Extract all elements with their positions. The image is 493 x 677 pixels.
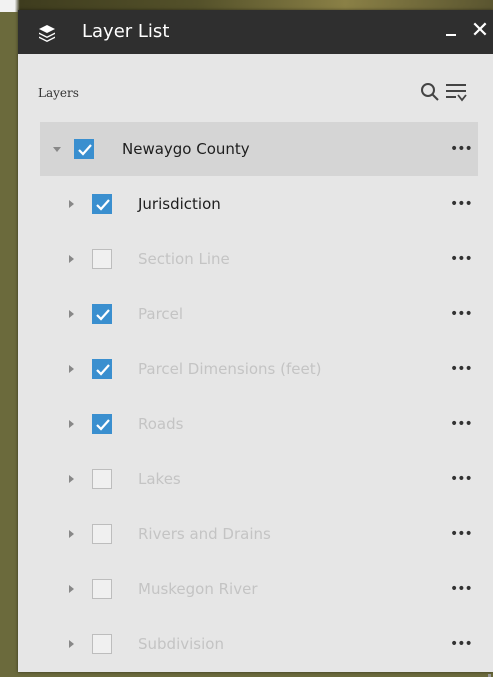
layer-checkbox[interactable] xyxy=(92,414,112,434)
more-options-icon[interactable]: ••• xyxy=(450,195,473,213)
expand-caret-icon[interactable] xyxy=(66,639,76,649)
collapse-caret-icon[interactable] xyxy=(52,144,62,154)
more-options-icon[interactable]: ••• xyxy=(450,415,473,433)
minimize-icon xyxy=(446,34,456,36)
layer-row[interactable]: Lakes ••• xyxy=(40,452,478,506)
minimize-button[interactable] xyxy=(444,20,460,44)
layer-label: Muskegon River xyxy=(138,580,258,598)
layer-row[interactable]: Rivers and Drains ••• xyxy=(40,507,478,561)
layer-checkbox[interactable] xyxy=(74,139,94,159)
layer-group-row[interactable]: Newaygo County ••• xyxy=(40,122,478,176)
layer-label: Lakes xyxy=(138,470,181,488)
layer-label: Subdivision xyxy=(138,635,224,653)
layer-checkbox[interactable] xyxy=(92,194,112,214)
layer-label: Rivers and Drains xyxy=(138,525,271,543)
more-options-icon[interactable]: ••• xyxy=(450,470,473,488)
layer-row[interactable]: Muskegon River ••• xyxy=(40,562,478,616)
layer-checkbox[interactable] xyxy=(92,469,112,489)
layer-checkbox[interactable] xyxy=(92,249,112,269)
more-options-icon[interactable]: ••• xyxy=(450,250,473,268)
expand-caret-icon[interactable] xyxy=(66,474,76,484)
expand-caret-icon[interactable] xyxy=(66,199,76,209)
expand-caret-icon[interactable] xyxy=(66,309,76,319)
layer-checkbox[interactable] xyxy=(92,579,112,599)
layers-icon xyxy=(39,25,55,42)
layer-checkbox[interactable] xyxy=(92,524,112,544)
layer-row[interactable]: Subdivision ••• xyxy=(40,617,478,671)
layer-row[interactable]: Jurisdiction ••• xyxy=(40,177,478,231)
more-options-icon[interactable]: ••• xyxy=(450,635,473,653)
layer-checkbox[interactable] xyxy=(92,304,112,324)
layer-row[interactable]: Roads ••• xyxy=(40,397,478,451)
expand-caret-icon[interactable] xyxy=(66,584,76,594)
layers-label: Layers xyxy=(38,86,79,100)
layer-label: Newaygo County xyxy=(122,140,250,158)
more-options-icon[interactable]: ••• xyxy=(450,305,473,323)
layer-label: Parcel Dimensions (feet) xyxy=(138,360,322,378)
layer-row[interactable]: Parcel ••• xyxy=(40,287,478,341)
layer-label: Section Line xyxy=(138,250,230,268)
filter-icon[interactable] xyxy=(444,82,468,104)
more-options-icon[interactable]: ••• xyxy=(450,140,473,158)
layer-list-panel: Layer List ✕ Layers Newaygo County ••• Jur… xyxy=(18,10,493,677)
panel-header: Layer List ✕ xyxy=(18,10,493,54)
layer-label: Roads xyxy=(138,415,184,433)
expand-caret-icon[interactable] xyxy=(66,364,76,374)
expand-caret-icon[interactable] xyxy=(66,419,76,429)
layer-row[interactable]: Section Line ••• xyxy=(40,232,478,286)
expand-caret-icon[interactable] xyxy=(66,529,76,539)
panel-title: Layer List xyxy=(82,21,170,42)
layer-checkbox[interactable] xyxy=(92,359,112,379)
close-button[interactable]: ✕ xyxy=(470,18,490,44)
layer-label: Jurisdiction xyxy=(138,195,221,213)
expand-caret-icon[interactable] xyxy=(66,254,76,264)
more-options-icon[interactable]: ••• xyxy=(450,580,473,598)
more-options-icon[interactable]: ••• xyxy=(450,360,473,378)
layer-row[interactable]: Parcel Dimensions (feet) ••• xyxy=(40,342,478,396)
search-icon[interactable] xyxy=(420,82,440,102)
layer-checkbox[interactable] xyxy=(92,634,112,654)
layer-label: Parcel xyxy=(138,305,184,323)
more-options-icon[interactable]: ••• xyxy=(450,525,473,543)
